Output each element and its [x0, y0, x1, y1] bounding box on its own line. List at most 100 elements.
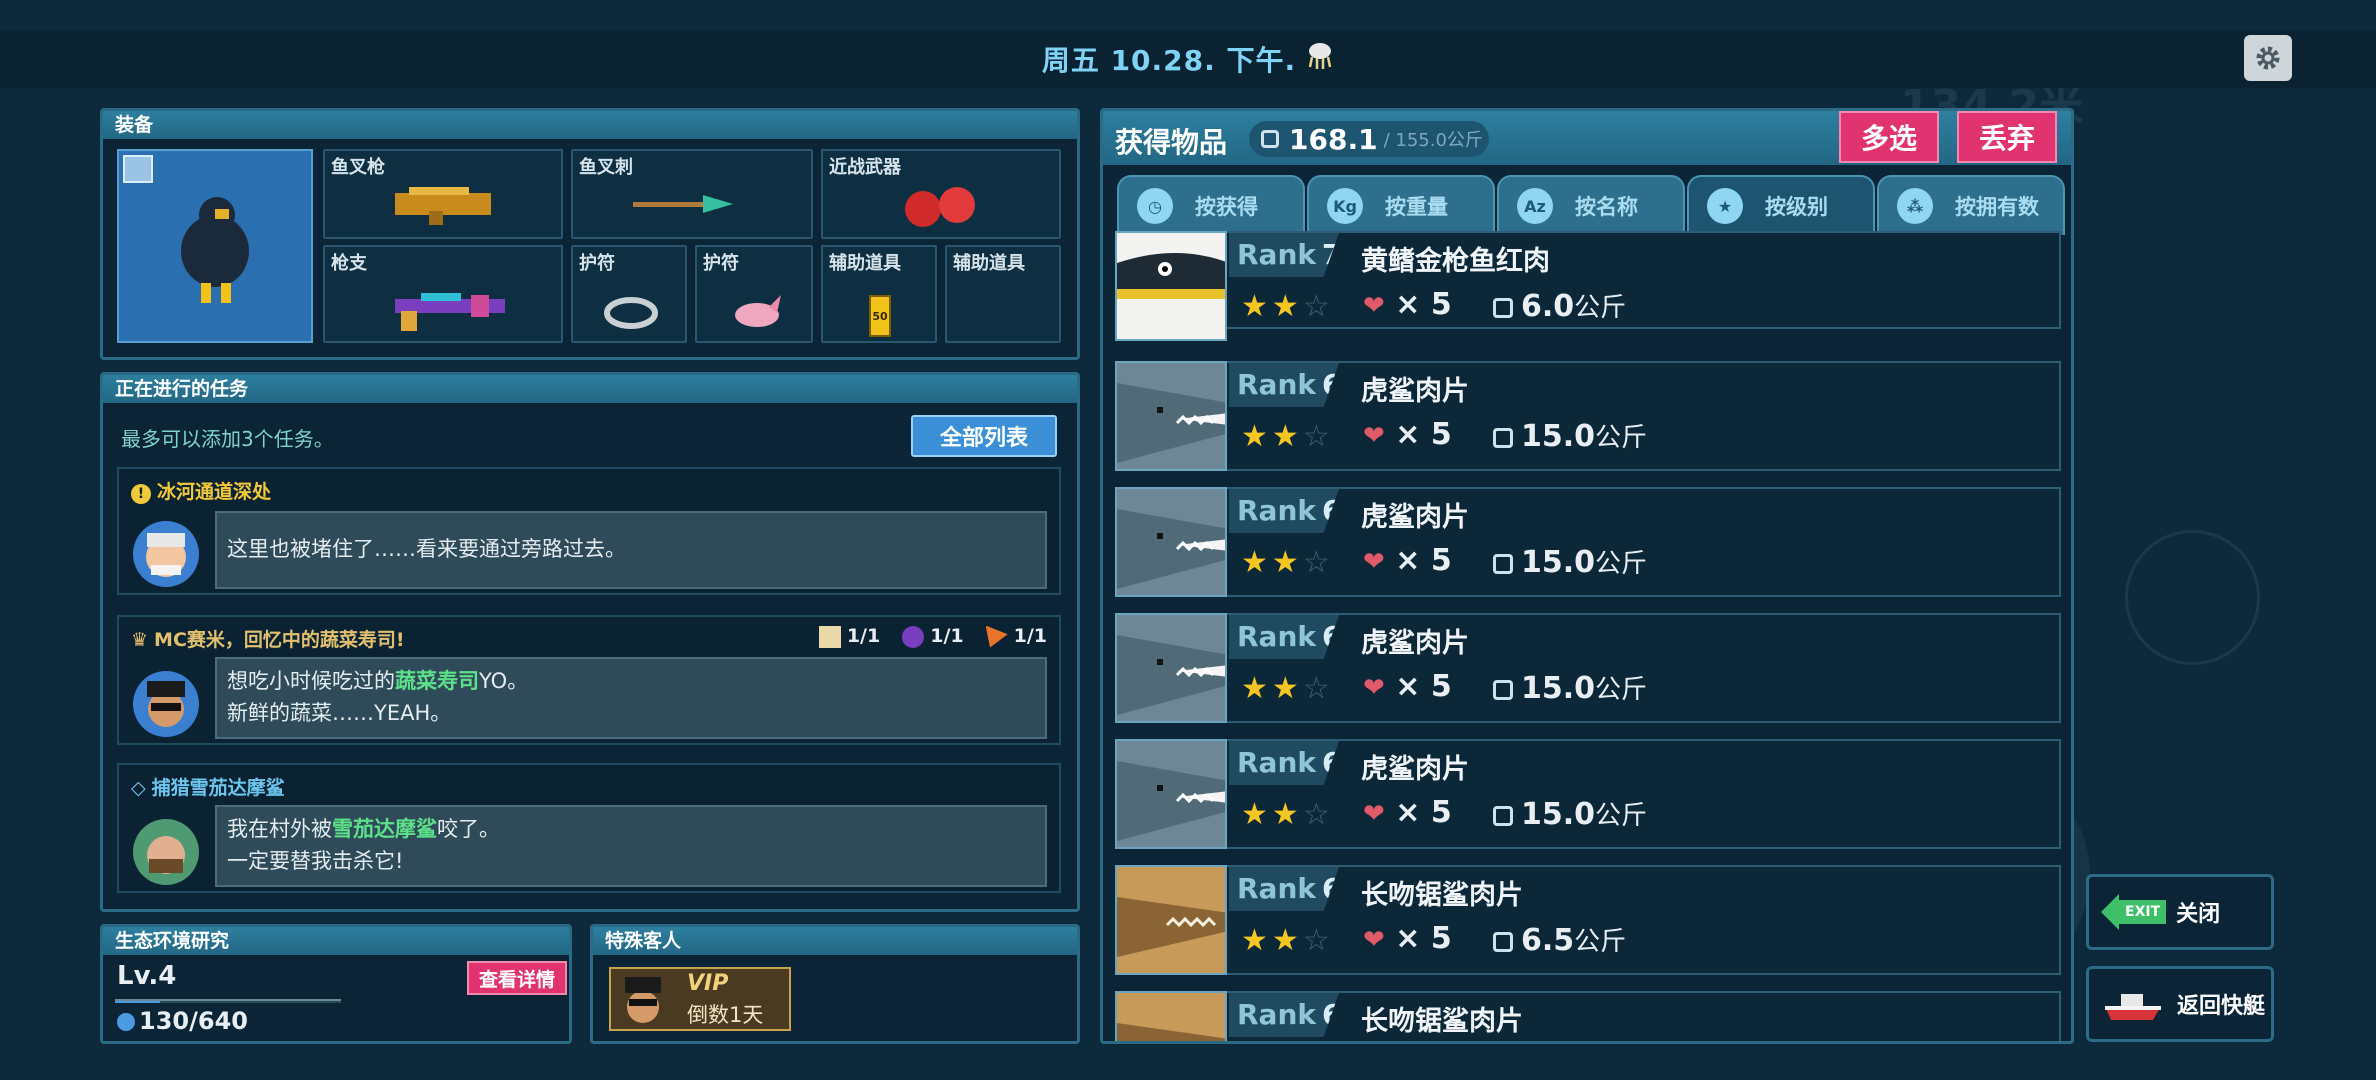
slot-harpoon-spear[interactable]: 鱼叉刺 [571, 149, 813, 239]
return-boat-button[interactable]: 返回快艇 [2086, 966, 2274, 1042]
req-count: 1/1 [930, 625, 964, 647]
item-weight: 15.0公斤 [1493, 795, 1647, 832]
item-row[interactable]: Rank 6 长吻锯鲨肉片 [1115, 991, 2061, 1041]
discard-button[interactable]: 丢弃 [1957, 111, 2057, 163]
rank-value: 6 [1322, 872, 1342, 905]
rank-value: 6 [1322, 746, 1342, 779]
item-thumbnail [1115, 991, 1227, 1041]
quantity-value: 5 [1430, 921, 1452, 956]
item-row[interactable]: Rank 6 虎鲨肉片 ★★☆ ❤ × 5 15.0公斤 [1115, 739, 2061, 849]
ring-charm-icon [604, 297, 658, 329]
item-quantity: ❤ × 5 [1363, 417, 1452, 452]
tab-sort-acquired[interactable]: ◷ 按获得 [1117, 175, 1305, 235]
total-weight: 168.1 [1289, 122, 1378, 156]
slot-support-1[interactable]: 辅助道具 50 [821, 245, 937, 343]
item-thumbnail [1115, 361, 1227, 471]
item-row[interactable]: Rank 6 虎鲨肉片 ★★☆ ❤ × 5 15.0公斤 [1115, 361, 2061, 471]
slot-harpoon-gun[interactable]: 鱼叉枪 [323, 149, 563, 239]
eco-research-panel[interactable]: 生态环境研究 Lv.4 130/640 查看详情 [100, 924, 572, 1044]
item-name: 长吻锯鲨肉片 [1361, 1006, 1523, 1037]
item-thumbnail [1115, 613, 1227, 723]
boat-icon [2105, 994, 2161, 1020]
weight-icon [1493, 427, 1513, 448]
rank-value: 7 [1322, 238, 1342, 271]
items-panel: 获得物品 168.1 / 155.0公斤 多选 丢弃 ◷ 按获得 Kg 按重量 Az… [1100, 108, 2074, 1044]
equipment-panel: 装备 鱼叉枪 鱼叉刺 近战武器 枪支 护符 护符 辅助道具 50 辅助道具 [100, 108, 1080, 360]
weight-icon [1261, 130, 1279, 148]
tab-sort-owned[interactable]: ⁂ 按拥有数 [1877, 175, 2065, 235]
weight-value: 15.0 [1521, 671, 1596, 706]
meat-icon: ❤ [1363, 673, 1385, 703]
rank-tag: Rank 6 [1229, 993, 1339, 1037]
star-icon: ★ [1271, 419, 1303, 454]
tab-sort-rank[interactable]: ★ 按级别 [1687, 175, 1875, 235]
eco-progress-text: 130/640 [139, 1007, 248, 1035]
rank-tag: Rank 6 [1229, 489, 1339, 533]
exclamation-icon: ! [131, 484, 151, 504]
task-dialogue: 想吃小时候吃过的蔬菜寿司YO。 新鲜的蔬菜……YEAH。 [215, 657, 1047, 739]
tab-sort-weight[interactable]: Kg 按重量 [1307, 175, 1495, 235]
tasks-panel: 正在进行的任务 最多可以添加3个任务。 全部列表 ! 冰河通道深处 这里也被堵住了… [100, 372, 1080, 912]
close-button[interactable]: EXIT 关闭 [2086, 874, 2274, 950]
weight-capacity: / 155.0公斤 [1383, 130, 1483, 151]
req-count: 1/1 [1013, 625, 1047, 647]
settings-gear-icon[interactable] [2244, 35, 2292, 81]
pink-dolphin-charm-icon [735, 295, 781, 327]
item-row[interactable]: Rank 7 黄鳍金枪鱼红肉 ★★☆ ❤ × 5 6.0公斤 [1115, 231, 2061, 341]
diver-figure [181, 197, 249, 303]
dialogue-text: 咬了。 [437, 817, 500, 841]
task-item[interactable]: ◇ 捕猎雪茄达摩鲨 我在村外被雪茄达摩鲨咬了。 一定要替我击杀它! [117, 763, 1061, 893]
tasks-title: 正在进行的任务 [103, 375, 1077, 403]
slot-support-2[interactable]: 辅助道具 [945, 245, 1061, 343]
item-name: 虎鲨肉片 [1361, 376, 1469, 407]
slot-charm-1[interactable]: 护符 [571, 245, 687, 343]
rank-label: Rank [1237, 872, 1317, 905]
weight-icon [1493, 931, 1513, 952]
diver-portrait[interactable] [117, 149, 313, 343]
item-row[interactable]: Rank 6 虎鲨肉片 ★★☆ ❤ × 5 15.0公斤 [1115, 487, 2061, 597]
slot-label: 辅助道具 [953, 253, 1025, 274]
star-icon: ★ [1271, 671, 1303, 706]
equipment-title: 装备 [103, 111, 1077, 139]
rice-icon [818, 625, 841, 648]
weight-icon [1493, 297, 1513, 318]
star-icon: ★ [1241, 289, 1272, 324]
crown-icon: ♛ [131, 629, 149, 651]
items-title: 获得物品 [1115, 126, 1228, 159]
eco-title: 生态环境研究 [103, 927, 569, 955]
eco-level: Lv.4 [117, 961, 177, 991]
star-icon: ★ [1241, 923, 1272, 958]
carrot-icon [985, 625, 1008, 648]
weight-value: 15.0 [1521, 545, 1596, 580]
slot-charm-2[interactable]: 护符 [695, 245, 813, 343]
item-quantity: ❤ × 5 [1363, 921, 1452, 956]
slot-label: 近战武器 [829, 157, 901, 178]
quantity-value: 5 [1430, 417, 1452, 452]
rank-value: 6 [1322, 494, 1342, 527]
rank-tag: Rank 6 [1229, 615, 1339, 659]
task-item[interactable]: ! 冰河通道深处 这里也被堵住了……看来要通过旁路过去。 [117, 467, 1061, 595]
tab-label: 按级别 [1765, 195, 1828, 219]
item-row[interactable]: Rank 6 虎鲨肉片 ★★☆ ❤ × 5 15.0公斤 [1115, 613, 2061, 723]
star-rating: ★★☆ [1241, 419, 1334, 454]
dialogue-highlight: 雪茄达摩鲨 [332, 817, 437, 841]
rank-value: 6 [1322, 998, 1342, 1031]
all-list-button[interactable]: 全部列表 [911, 415, 1057, 457]
special-guest-panel[interactable]: 特殊客人 VIP 倒数1天 [590, 924, 1080, 1044]
slot-firearm[interactable]: 枪支 [323, 245, 563, 343]
weight-icon [1493, 553, 1513, 574]
slot-melee-weapon[interactable]: 近战武器 [821, 149, 1061, 239]
tab-label: 按重量 [1385, 195, 1448, 219]
task-item[interactable]: ♛ MC赛米，回忆中的蔬菜寿司! 1/1 1/1 1/1 想吃小时候吃过的蔬菜寿司… [117, 615, 1061, 745]
item-row[interactable]: Rank 6 长吻锯鲨肉片 ★★☆ ❤ × 5 6.5公斤 [1115, 865, 2061, 975]
kg-icon: Kg [1327, 188, 1363, 224]
vip-card[interactable]: VIP 倒数1天 [609, 967, 791, 1031]
eco-progress-bar [115, 1001, 341, 1003]
multi-select-button[interactable]: 多选 [1839, 111, 1939, 163]
tab-sort-name[interactable]: Az 按名称 [1497, 175, 1685, 235]
rank-label: Rank [1237, 746, 1317, 779]
rank-tag: Rank 6 [1229, 363, 1339, 407]
portrait-toggle-icon[interactable] [123, 155, 153, 183]
view-details-button[interactable]: 查看详情 [467, 961, 567, 995]
dialogue-line: 这里也被堵住了……看来要通过旁路过去。 [227, 537, 626, 561]
